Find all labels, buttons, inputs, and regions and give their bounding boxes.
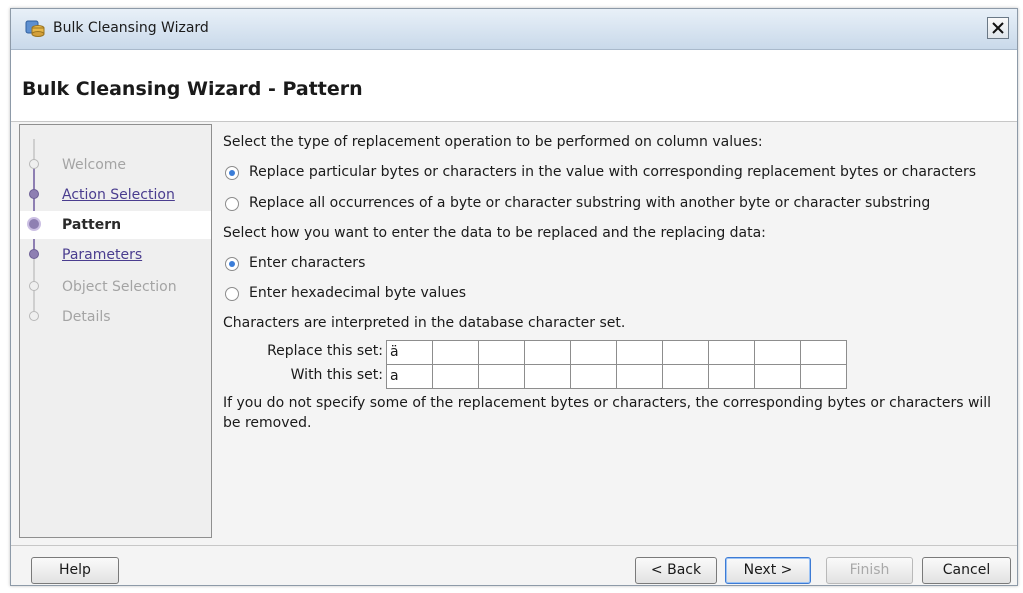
replace-char-field[interactable] bbox=[524, 340, 571, 365]
footnote: If you do not specify some of the replac… bbox=[223, 395, 992, 431]
next-button[interactable]: Next > bbox=[725, 557, 811, 584]
radio-selected-icon[interactable] bbox=[225, 166, 239, 180]
with-set-cells: a bbox=[386, 364, 847, 389]
cancel-button[interactable]: Cancel bbox=[922, 557, 1011, 584]
radio-unselected-icon[interactable] bbox=[225, 287, 239, 301]
back-button[interactable]: < Back bbox=[635, 557, 717, 584]
step-done-icon bbox=[29, 249, 39, 259]
replace-char-field[interactable] bbox=[662, 340, 709, 365]
radio-label: Enter characters bbox=[249, 255, 366, 271]
window-title: Bulk Cleansing Wizard bbox=[53, 20, 209, 36]
close-icon bbox=[992, 22, 1004, 34]
replace-char-field[interactable] bbox=[478, 340, 525, 365]
help-button[interactable]: Help bbox=[31, 557, 119, 584]
database-icon bbox=[25, 20, 45, 37]
footer-divider bbox=[11, 545, 1017, 546]
finish-button[interactable]: Finish bbox=[826, 557, 913, 584]
step-label: Object Selection bbox=[62, 279, 177, 295]
radio-selected-icon[interactable] bbox=[225, 257, 239, 271]
with-char-field[interactable]: a bbox=[386, 364, 433, 389]
with-char-field[interactable] bbox=[754, 364, 801, 389]
replace-char-field[interactable]: ä bbox=[386, 340, 433, 365]
step-label: Welcome bbox=[62, 157, 127, 173]
entry-prompt: Select how you want to enter the data to… bbox=[223, 225, 766, 241]
replace-char-field[interactable] bbox=[432, 340, 479, 365]
step-details: Details bbox=[20, 303, 211, 331]
replace-char-field[interactable] bbox=[708, 340, 755, 365]
with-char-field[interactable] bbox=[570, 364, 617, 389]
with-char-field[interactable] bbox=[800, 364, 847, 389]
radio-label: Replace particular bytes or characters i… bbox=[249, 164, 977, 180]
title-bar: Bulk Cleansing Wizard bbox=[11, 9, 1017, 50]
operation-prompt: Select the type of replacement operation… bbox=[223, 134, 763, 150]
replace-char-field[interactable] bbox=[800, 340, 847, 365]
step-label[interactable]: Parameters bbox=[62, 247, 142, 263]
step-label: Pattern bbox=[62, 217, 122, 233]
step-action-selection[interactable]: Action Selection bbox=[20, 181, 211, 209]
with-char-field[interactable] bbox=[662, 364, 709, 389]
with-set-label: With this set: bbox=[290, 367, 383, 383]
radio-label: Replace all occurrences of a byte or cha… bbox=[249, 195, 931, 211]
wizard-steps-nav: Welcome Action Selection Pattern Paramet… bbox=[19, 124, 212, 538]
replace-char-field[interactable] bbox=[570, 340, 617, 365]
replace-char-field[interactable] bbox=[616, 340, 663, 365]
with-char-field[interactable] bbox=[478, 364, 525, 389]
wizard-header: Bulk Cleansing Wizard - Pattern bbox=[11, 50, 1017, 122]
with-char-field[interactable] bbox=[708, 364, 755, 389]
step-label[interactable]: Action Selection bbox=[62, 187, 175, 203]
step-pattern: Pattern bbox=[20, 211, 211, 239]
step-current-icon bbox=[27, 217, 41, 231]
step-disabled-icon bbox=[29, 311, 39, 321]
charset-note: Characters are interpreted in the databa… bbox=[223, 315, 626, 331]
step-disabled-icon bbox=[29, 281, 39, 291]
close-button[interactable] bbox=[987, 17, 1009, 39]
replace-set-label: Replace this set: bbox=[267, 343, 383, 359]
with-char-field[interactable] bbox=[616, 364, 663, 389]
step-welcome: Welcome bbox=[20, 151, 211, 179]
page-title: Bulk Cleansing Wizard - Pattern bbox=[22, 78, 363, 100]
replace-char-field[interactable] bbox=[754, 340, 801, 365]
radio-unselected-icon[interactable] bbox=[225, 197, 239, 211]
with-char-field[interactable] bbox=[524, 364, 571, 389]
radio-label: Enter hexadecimal byte values bbox=[249, 285, 467, 301]
with-char-field[interactable] bbox=[432, 364, 479, 389]
wizard-window: Bulk Cleansing Wizard Bulk Cleansing Wiz… bbox=[10, 8, 1018, 586]
step-disabled-icon bbox=[29, 159, 39, 169]
step-done-icon bbox=[29, 189, 39, 199]
step-label: Details bbox=[62, 309, 111, 325]
step-object-selection: Object Selection bbox=[20, 273, 211, 301]
replace-set-cells: ä bbox=[386, 340, 847, 365]
step-parameters[interactable]: Parameters bbox=[20, 241, 211, 269]
